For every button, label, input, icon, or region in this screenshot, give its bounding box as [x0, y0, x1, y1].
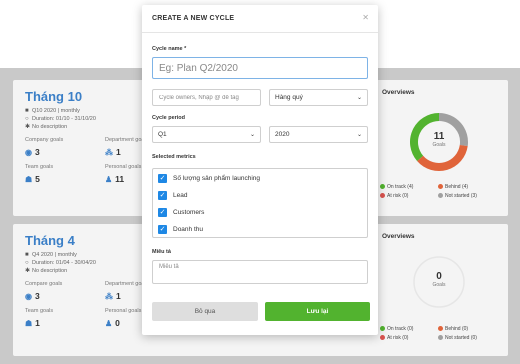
on-track-dot-icon	[380, 326, 385, 331]
user-icon: ♟	[105, 319, 113, 328]
globe-icon: ◉	[25, 292, 32, 301]
overview-title: Overviews	[382, 233, 415, 240]
not-started-dot-icon	[438, 193, 443, 198]
cycle-title[interactable]: Tháng 10	[25, 89, 82, 104]
metric-label: Số lượng sản phẩm launching	[173, 175, 261, 182]
donut-slice-behind	[417, 144, 468, 171]
team-goals-label: Team goals	[25, 308, 54, 314]
team-goals-label: Team goals	[25, 164, 54, 170]
overview-card: Overviews 0 Goals On track (0) Behind (0…	[374, 224, 508, 356]
metric-item[interactable]: ✓ Số lượng sản phẩm launching	[158, 173, 260, 184]
legend-on-track: On track (0)	[380, 326, 413, 332]
modal-title: CREATE A NEW CYCLE	[152, 15, 235, 22]
overview-card: Overviews 11 Goals On track (4) Behind (…	[374, 80, 508, 216]
cycle-name-input[interactable]	[152, 57, 368, 79]
period-select[interactable]: Q1 ⌄	[152, 126, 261, 143]
behind-dot-icon	[438, 184, 443, 189]
description-textarea[interactable]: Miêu tả	[152, 260, 368, 284]
personal-goals-value: ♟ 11	[105, 174, 125, 184]
cycle-info: ■ Q4 2020 | monthly	[25, 252, 77, 258]
clock-icon: ○	[25, 116, 29, 122]
legend-on-track: On track (4)	[380, 184, 413, 190]
cycle-title[interactable]: Tháng 4	[25, 233, 75, 248]
hierarchy-icon: ⁂	[105, 292, 113, 301]
department-goals-value: ⁂ 1	[105, 291, 121, 301]
legend-at-risk: At risk (0)	[380, 335, 408, 341]
team-goals-value: ☗ 1	[25, 318, 40, 328]
cycle-description: ✱ No description	[25, 268, 68, 274]
asterisk-icon: ✱	[25, 124, 31, 130]
cycle-info: ■ Q10 2020 | monthly	[25, 108, 80, 114]
legend-behind: Behind (4)	[438, 184, 468, 190]
behind-dot-icon	[438, 326, 443, 331]
year-select[interactable]: 2020 ⌄	[269, 126, 368, 143]
company-goals-value: ◉ 3	[25, 147, 40, 157]
user-icon: ♟	[105, 175, 113, 184]
cancel-button[interactable]: Bỏ qua	[152, 302, 258, 321]
chevron-down-icon: ⌄	[356, 95, 362, 101]
chevron-down-icon: ⌄	[356, 132, 362, 138]
close-icon[interactable]: ✕	[362, 13, 369, 22]
selected-metrics-label: Selected metrics	[152, 154, 196, 160]
legend-not-started: Not started (3)	[438, 193, 477, 199]
cycle-description: ✱ No description	[25, 124, 68, 130]
create-cycle-modal: CREATE A NEW CYCLE ✕ Cycle name * Hàng q…	[142, 5, 378, 335]
clock-icon: ○	[25, 260, 29, 266]
personal-goals-label: Personal goals	[105, 164, 142, 170]
checkbox-checked-icon[interactable]: ✓	[158, 191, 167, 200]
team-goals-value: ☗ 5	[25, 174, 40, 184]
company-goals-label: Company goals	[25, 137, 64, 143]
company-goals-value: ◉ 3	[25, 291, 40, 301]
save-button[interactable]: Lưu lại	[265, 302, 370, 321]
metric-label: Doanh thu	[173, 226, 203, 233]
checkbox-checked-icon[interactable]: ✓	[158, 208, 167, 217]
checkbox-checked-icon[interactable]: ✓	[158, 174, 167, 183]
team-icon: ☗	[25, 175, 33, 184]
not-started-dot-icon	[438, 335, 443, 340]
cycle-duration: ○ Duration: 01/04 - 30/04/20	[25, 260, 96, 266]
metrics-list: ✓ Số lượng sản phẩm launching ✓ Lead ✓ C…	[152, 168, 368, 238]
personal-goals-label: Personal goals	[105, 308, 142, 314]
metric-label: Lead	[173, 192, 188, 199]
frequency-value: Hàng quý	[275, 94, 303, 101]
metric-item[interactable]: ✓ Doanh thu	[158, 224, 203, 235]
chevron-down-icon: ⌄	[249, 132, 255, 138]
modal-header: CREATE A NEW CYCLE ✕	[142, 5, 378, 33]
company-goals-label: Compare goals	[25, 281, 63, 287]
year-value: 2020	[275, 131, 290, 138]
at-risk-dot-icon	[380, 335, 385, 340]
hierarchy-icon: ⁂	[105, 148, 113, 157]
bookmark-icon: ■	[25, 108, 29, 114]
team-icon: ☗	[25, 319, 33, 328]
frequency-select[interactable]: Hàng quý ⌄	[269, 89, 368, 106]
globe-icon: ◉	[25, 148, 32, 157]
metric-label: Customers	[173, 209, 205, 216]
description-label: Miêu tả	[152, 249, 171, 255]
cycle-owners-input[interactable]	[152, 89, 261, 106]
legend-at-risk: At risk (0)	[380, 193, 408, 199]
on-track-dot-icon	[380, 184, 385, 189]
cycle-duration: ○ Duration: 01/10 - 31/10/20	[25, 116, 96, 122]
department-goals-label: Department goa	[105, 137, 145, 143]
bookmark-icon: ■	[25, 252, 29, 258]
goals-total-label: Goals	[432, 142, 446, 148]
cycle-period-label: Cycle period	[152, 115, 186, 121]
asterisk-icon: ✱	[25, 268, 31, 274]
department-goals-label: Department goa	[105, 281, 145, 287]
at-risk-dot-icon	[380, 193, 385, 198]
goals-total: 11	[433, 131, 445, 142]
goals-total-label: Goals	[432, 282, 446, 288]
overview-title: Overviews	[382, 89, 415, 96]
metric-item[interactable]: ✓ Customers	[158, 207, 204, 218]
department-goals-value: ⁂ 1	[105, 147, 121, 157]
checkbox-checked-icon[interactable]: ✓	[158, 225, 167, 234]
personal-goals-value: ♟ 0	[105, 318, 120, 328]
legend-behind: Behind (0)	[438, 326, 468, 332]
cycle-name-label: Cycle name *	[152, 46, 187, 52]
goals-total: 0	[436, 271, 442, 282]
period-value: Q1	[158, 131, 167, 138]
legend-not-started: Not started (0)	[438, 335, 477, 341]
metric-item[interactable]: ✓ Lead	[158, 190, 187, 201]
